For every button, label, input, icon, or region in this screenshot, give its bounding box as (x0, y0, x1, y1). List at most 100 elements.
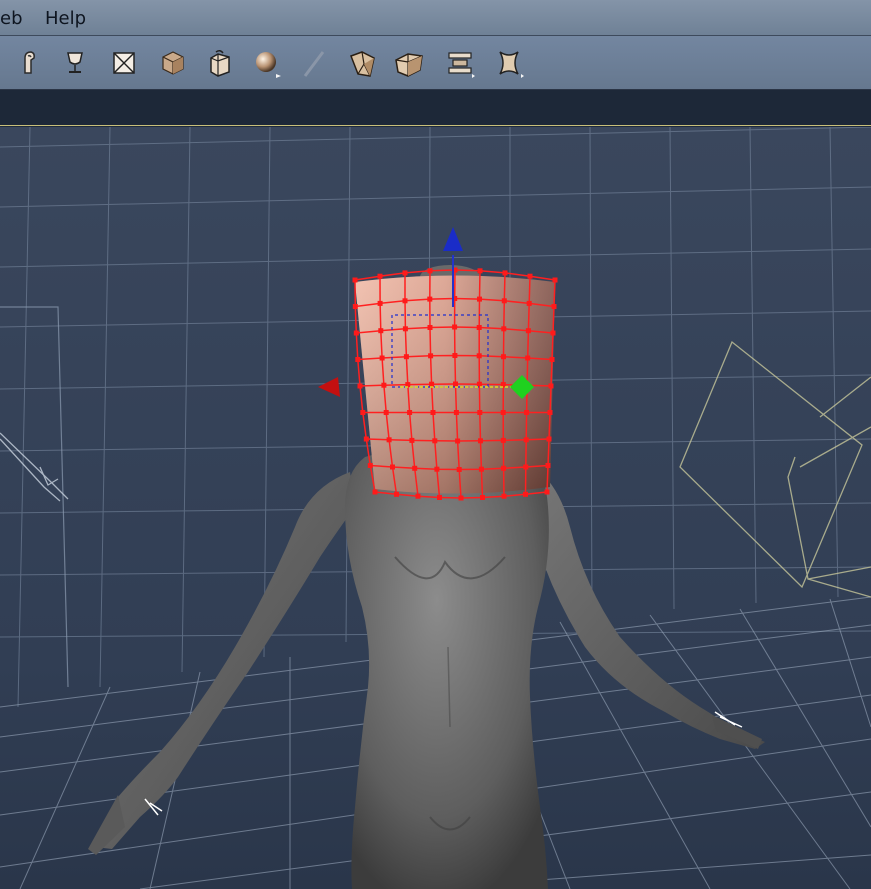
mesh-control-point[interactable] (386, 437, 392, 443)
mesh-control-point[interactable] (394, 491, 399, 497)
mesh-control-point[interactable] (548, 383, 554, 389)
mesh-control-point[interactable] (428, 353, 434, 359)
mesh-control-point[interactable] (501, 326, 507, 332)
mesh-control-point[interactable] (355, 357, 361, 362)
mesh-control-point[interactable] (453, 381, 458, 387)
mesh-control-point[interactable] (372, 489, 378, 495)
joint-editor-tool-button[interactable] (12, 46, 46, 80)
scale-tool-button[interactable] (443, 46, 477, 80)
mesh-control-point[interactable] (546, 436, 552, 442)
mesh-control-point[interactable] (390, 464, 395, 470)
box-frame-tool-button[interactable] (107, 46, 141, 80)
mesh-control-point[interactable] (551, 304, 557, 309)
cube-tool-button[interactable] (156, 46, 190, 80)
mesh-control-point[interactable] (378, 328, 384, 334)
mesh-control-point[interactable] (415, 493, 421, 499)
mesh-control-point[interactable] (478, 438, 483, 444)
mesh-control-point[interactable] (501, 465, 507, 471)
mesh-control-point[interactable] (480, 495, 485, 500)
mesh-control-point[interactable] (478, 466, 484, 472)
mesh-control-point[interactable] (477, 410, 483, 415)
pen-tool-button[interactable] (297, 46, 331, 80)
taper-tool-button[interactable] (392, 46, 426, 80)
mesh-control-point[interactable] (381, 382, 387, 388)
mesh-control-point[interactable] (549, 357, 555, 362)
mesh-control-point[interactable] (437, 495, 442, 500)
mesh-control-point[interactable] (409, 437, 415, 443)
mesh-control-point[interactable] (544, 489, 550, 495)
mesh-control-point[interactable] (527, 273, 533, 279)
mesh-control-point[interactable] (458, 495, 464, 501)
menu-item-web[interactable]: eb (0, 8, 23, 29)
warp-tool-button[interactable] (492, 46, 526, 80)
toolbar (0, 36, 871, 90)
pen-icon (303, 51, 325, 77)
mesh-control-point[interactable] (500, 410, 506, 415)
mesh-control-point[interactable] (427, 296, 433, 302)
mesh-control-point[interactable] (452, 353, 458, 358)
mesh-control-point[interactable] (377, 273, 383, 279)
mesh-control-point[interactable] (525, 328, 531, 334)
mesh-control-point[interactable] (523, 437, 529, 443)
mesh-control-point[interactable] (353, 330, 359, 336)
mesh-control-point[interactable] (453, 410, 459, 415)
goblet-tool-button[interactable] (58, 46, 92, 80)
mesh-control-point[interactable] (550, 330, 556, 336)
mesh-control-point[interactable] (476, 381, 482, 387)
twist-icon (350, 51, 375, 77)
mesh-control-point[interactable] (402, 298, 408, 304)
mesh-control-point[interactable] (403, 354, 409, 360)
sphere-icon (256, 52, 281, 78)
mesh-control-point[interactable] (501, 298, 507, 304)
mesh-control-point[interactable] (412, 465, 418, 471)
mesh-control-point[interactable] (434, 466, 440, 472)
mesh-control-point[interactable] (367, 463, 373, 468)
mesh-control-point[interactable] (427, 268, 433, 274)
mesh-control-point[interactable] (523, 464, 529, 470)
mesh-control-point[interactable] (383, 410, 389, 415)
mesh-control-point[interactable] (377, 300, 383, 306)
bag-tool-button[interactable] (203, 46, 237, 80)
mesh-control-point[interactable] (501, 354, 506, 360)
goblet-icon (67, 52, 83, 73)
mesh-control-point[interactable] (357, 383, 363, 389)
mesh-control-point[interactable] (452, 324, 458, 330)
mesh-control-point[interactable] (456, 467, 462, 472)
mesh-control-point[interactable] (407, 410, 413, 415)
mesh-control-point[interactable] (455, 438, 461, 444)
mesh-control-point[interactable] (477, 296, 482, 302)
mesh-control-point[interactable] (352, 277, 358, 283)
mesh-control-point[interactable] (402, 326, 408, 332)
mesh-control-point[interactable] (547, 410, 553, 415)
mesh-control-point[interactable] (476, 325, 482, 330)
joint-editor-icon (24, 51, 35, 74)
mesh-control-point[interactable] (363, 436, 369, 442)
scale-icon (448, 52, 475, 78)
mesh-control-point[interactable] (360, 410, 366, 415)
mesh-control-point[interactable] (429, 381, 435, 387)
mesh-control-point[interactable] (502, 270, 508, 276)
sphere-tool-button[interactable] (250, 46, 284, 80)
taper-icon (395, 53, 423, 77)
mesh-control-point[interactable] (476, 353, 482, 359)
twist-tool-button[interactable] (346, 46, 380, 80)
mesh-control-point[interactable] (477, 268, 483, 274)
mesh-control-point[interactable] (500, 437, 506, 443)
mesh-control-point[interactable] (501, 493, 507, 499)
mesh-control-point[interactable] (525, 355, 531, 361)
mesh-control-point[interactable] (402, 270, 408, 276)
mesh-control-point[interactable] (524, 410, 530, 415)
mesh-control-point[interactable] (545, 463, 551, 468)
mesh-control-point[interactable] (526, 300, 532, 306)
3d-viewport[interactable] (0, 127, 871, 889)
scene-canvas (0, 127, 871, 889)
mesh-control-point[interactable] (430, 410, 436, 415)
mesh-control-point[interactable] (523, 491, 528, 497)
mesh-control-point[interactable] (379, 355, 385, 361)
mesh-control-point[interactable] (352, 304, 358, 309)
menu-item-help[interactable]: Help (45, 8, 86, 29)
document-tab-strip (0, 90, 871, 126)
mesh-control-point[interactable] (427, 325, 433, 330)
mesh-control-point[interactable] (552, 277, 558, 283)
mesh-control-point[interactable] (432, 438, 438, 444)
